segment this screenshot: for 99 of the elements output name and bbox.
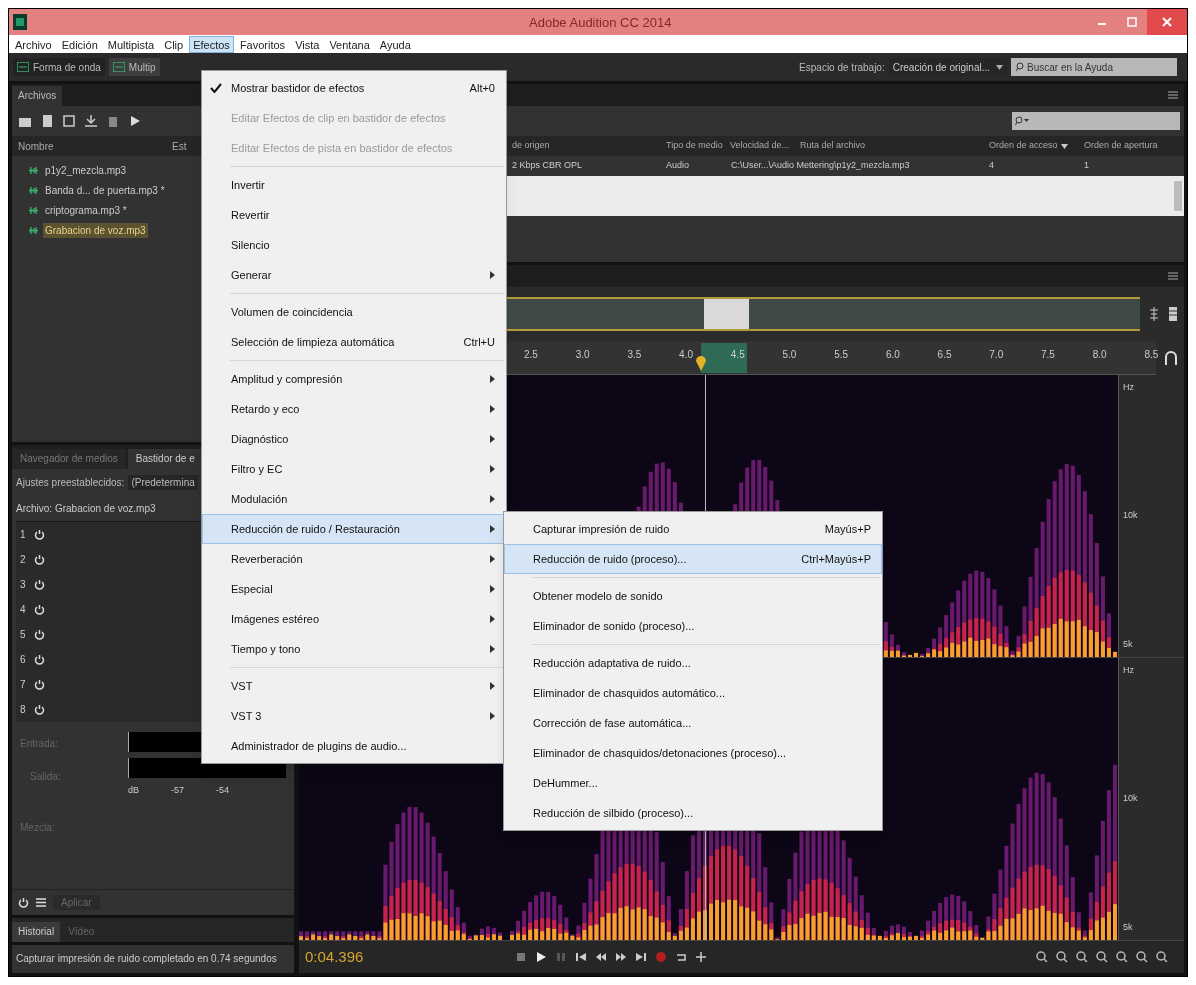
menu-item[interactable]: Eliminador de sonido (proceso)...	[504, 611, 882, 641]
menu-item[interactable]: Reducción de silbido (proceso)...	[504, 798, 882, 828]
slot-number: 2	[20, 553, 27, 567]
menu-item[interactable]: Capturar impresión de ruido Mayús+P	[504, 514, 882, 544]
ruler-label: 2.5	[524, 348, 538, 362]
slot-number: 7	[20, 678, 27, 692]
menu-item[interactable]: Eliminador de chasquidos automático...	[504, 678, 882, 708]
menu-item[interactable]: Diagnóstico	[202, 424, 506, 454]
menu-item[interactable]: Tiempo y tono	[202, 634, 506, 664]
help-search-field[interactable]: Buscar en la Ayuda	[1011, 58, 1177, 76]
menu-item[interactable]: Modulación	[202, 484, 506, 514]
axis-label: 5k	[1123, 920, 1134, 934]
ruler-label: 3.0	[575, 348, 590, 362]
menu-item[interactable]: Filtro y EC	[202, 454, 506, 484]
menu-item[interactable]: Retardo y eco	[202, 394, 506, 424]
table-cell-text: C:\User...\Audio Mettering\p1y2_mezcla.mp3	[731, 159, 911, 173]
column-header[interactable]: Ruta del archivo	[800, 139, 989, 153]
panel-tab[interactable]: Archivos	[12, 86, 63, 106]
axis-label: 10k	[1123, 792, 1139, 806]
ruler-label: 6.5	[937, 348, 952, 362]
menu-item[interactable]: Eliminador de chasquidos/detonaciones (proceso)...	[504, 738, 882, 768]
menu-item[interactable]: Efectos	[189, 35, 234, 53]
menu-item[interactable]: Volumen de coincidencia	[202, 297, 506, 327]
presets-dropdown[interactable]: (Predetermina	[128, 474, 198, 490]
file-name[interactable]: Banda d... de puerta.mp3 *	[43, 182, 167, 198]
status-text: Capturar impresión de ruido completado en 0.74 segundos	[12, 945, 294, 973]
file-label: Archivo: Grabacion de voz.mp3	[16, 501, 156, 516]
meter-tick: dB	[128, 784, 139, 797]
menu-item[interactable]: Reverberación	[202, 544, 506, 574]
slot-number: 1	[20, 528, 27, 542]
slot-number: 5	[20, 628, 27, 642]
menu-item[interactable]: Imágenes estéreo	[202, 604, 506, 634]
menu-item[interactable]: Reducción de ruido (proceso)... Ctrl+Mayús+P	[504, 544, 882, 574]
menu-item[interactable]: Ventana	[325, 35, 374, 53]
menu-item[interactable]: Invertir	[202, 170, 506, 200]
menu-item[interactable]: Multipista	[103, 35, 159, 53]
column-header[interactable]: Nombre	[12, 138, 170, 154]
column-header[interactable]: Orden de apertura	[1084, 139, 1179, 153]
menu-item[interactable]: Favoritos	[235, 35, 290, 53]
menu-item[interactable]: VST	[202, 671, 506, 701]
column-header[interactable]: Velocidad de...	[730, 139, 800, 153]
menu-item[interactable]: Archivo	[11, 35, 56, 53]
meter-tick: -54	[216, 784, 230, 797]
ruler-label: 4.5	[730, 348, 745, 362]
axis-label: 10k	[1123, 509, 1139, 523]
menu-item[interactable]: Generar	[202, 260, 506, 290]
menu-item[interactable]: Especial	[202, 574, 506, 604]
file-name[interactable]: criptograma.mp3 *	[43, 202, 129, 218]
axis-label: 5k	[1123, 637, 1134, 651]
table-cell-text: Audio	[666, 159, 691, 173]
menu-item[interactable]: Mostrar bastidor de efectos Alt+0	[202, 73, 506, 103]
menu-item[interactable]: Obtener modelo de sonido	[504, 581, 882, 611]
column-header[interactable]: Orden de acceso	[989, 139, 1084, 153]
slot-number: 3	[20, 578, 27, 592]
column-header[interactable]: Tipo de medio	[666, 139, 730, 153]
ruler-label: 4.0	[679, 348, 693, 362]
table-cell-text: 2 Kbps CBR OPL	[511, 159, 584, 173]
ruler-label: 8.5	[1144, 348, 1159, 362]
ruler-label: 5.5	[834, 348, 849, 362]
axis-label: Hz	[1123, 664, 1135, 677]
file-name[interactable]: p1y2_mezcla.mp3	[43, 162, 129, 178]
menu-item[interactable]: Selección de limpieza automática Ctrl+U	[202, 327, 506, 357]
panel-tab[interactable]: Historial	[12, 922, 61, 942]
menu-item[interactable]: Amplitud y compresión	[202, 364, 506, 394]
menu-item[interactable]: Clip	[160, 35, 188, 53]
workspace-label: Espacio de trabajo:	[799, 60, 885, 75]
menu-item[interactable]: Revertir	[202, 200, 506, 230]
table-cell-text: 1	[1084, 159, 1090, 173]
menu-item[interactable]: Ayuda	[375, 35, 415, 53]
menu-item[interactable]: Edición	[57, 35, 102, 53]
menu-item[interactable]: Reducción de ruido / Restauración	[202, 514, 506, 544]
ruler-label: 8.0	[1092, 348, 1107, 362]
ruler-label: 5.0	[782, 348, 797, 362]
menu-item[interactable]: Reducción adaptativa de ruido...	[504, 648, 882, 678]
slot-number: 6	[20, 653, 27, 667]
menu-item[interactable]: DeHummer...	[504, 768, 882, 798]
meter-tick: -57	[171, 784, 185, 797]
panel-tab[interactable]: Bastidor de e	[127, 449, 203, 469]
axis-label: Hz	[1123, 381, 1135, 394]
window-title: Adobe Audition CC 2014	[529, 14, 672, 32]
ruler-label: 6.0	[885, 348, 900, 362]
view-button[interactable]: Multip	[108, 58, 160, 76]
menu-item[interactable]: Vista	[291, 35, 324, 53]
slot-number: 4	[20, 603, 27, 617]
time-display: 0:04.396	[305, 946, 365, 967]
ruler-label: 3.5	[627, 348, 642, 362]
table-cell-text: 4	[989, 159, 995, 173]
column-header[interactable]: Est	[170, 138, 187, 154]
slot-number: 8	[20, 703, 27, 717]
menu-item[interactable]: Administrador de plugins de audio...	[202, 731, 506, 761]
workspace-dropdown[interactable]: Creación de original...	[888, 58, 1007, 76]
ruler-label: 7.0	[989, 348, 1004, 362]
menu-item[interactable]: Silencio	[202, 230, 506, 260]
view-button[interactable]: Forma de onda	[13, 58, 105, 76]
file-name[interactable]: Grabacion de voz.mp3	[43, 222, 148, 238]
menu-item[interactable]: Corrección de fase automática...	[504, 708, 882, 738]
ruler-label: 7.5	[1041, 348, 1055, 362]
presets-label: Ajustes preestablecidos:	[16, 475, 125, 490]
menu-item[interactable]: VST 3	[202, 701, 506, 731]
